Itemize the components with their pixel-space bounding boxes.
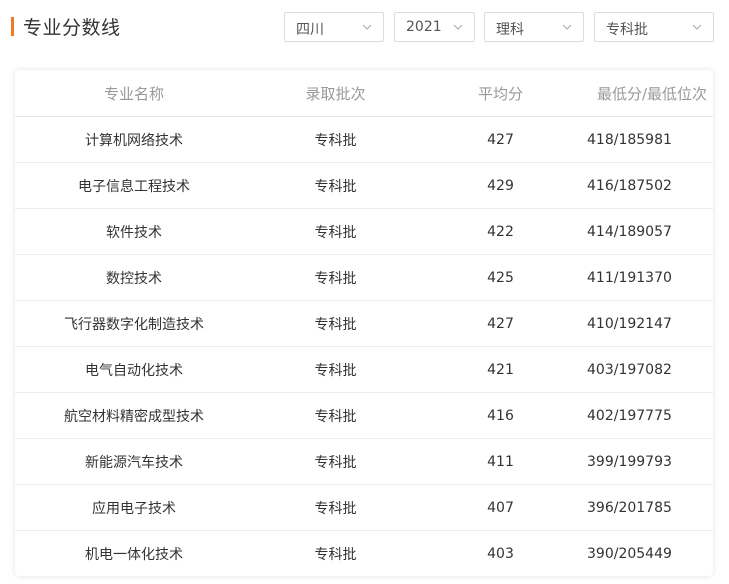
chevron-down-icon bbox=[362, 24, 372, 30]
batch-cell: 专科批 bbox=[314, 362, 357, 379]
major-cell: 机电一体化技术 bbox=[85, 547, 183, 563]
batch-select-value: 专科批 bbox=[606, 22, 648, 38]
major-cell: 应用电子技术 bbox=[92, 500, 176, 517]
chevron-down-icon bbox=[453, 24, 463, 30]
table-row: 数控技术 专科批 425 411/191370 bbox=[15, 255, 713, 301]
table-row: 应用电子技术 专科批 407 396/201785 bbox=[15, 485, 713, 531]
major-cell: 电子信息工程技术 bbox=[78, 178, 190, 195]
average-score-cell: 427 bbox=[487, 315, 514, 332]
min-score-rank-cell: 403/197082 bbox=[587, 361, 672, 378]
column-header-min-score-rank: 最低分/最低位次 bbox=[596, 84, 707, 103]
table-row: 计算机网络技术 专科批 427 418/185981 bbox=[15, 117, 713, 163]
min-score-rank-cell: 402/197775 bbox=[587, 407, 672, 424]
score-table: 专业名称 录取批次 平均分 最低分/最低位次 计算机网络技术 专科批 427 4… bbox=[15, 70, 713, 576]
table-row: 软件技术 专科批 422 414/189057 bbox=[15, 209, 713, 255]
major-cell: 软件技术 bbox=[106, 224, 162, 241]
year-select-value: 2021 bbox=[406, 19, 442, 35]
table-header: 专业名称 录取批次 平均分 最低分/最低位次 bbox=[15, 70, 713, 117]
min-score-rank-cell: 411/191370 bbox=[587, 269, 672, 286]
column-header-average: 平均分 bbox=[477, 84, 523, 103]
major-cell: 飞行器数字化制造技术 bbox=[64, 316, 204, 333]
batch-cell: 专科批 bbox=[314, 224, 357, 241]
batch-cell: 专科批 bbox=[314, 500, 357, 517]
filter-bar: 四川 2021 理科 专科批 bbox=[0, 12, 729, 44]
batch-select[interactable]: 专科批 bbox=[594, 12, 714, 42]
major-cell: 新能源汽车技术 bbox=[85, 454, 183, 471]
chevron-down-icon bbox=[562, 24, 572, 30]
province-select[interactable]: 四川 bbox=[284, 12, 384, 42]
table-row: 航空材料精密成型技术 专科批 416 402/197775 bbox=[15, 393, 713, 439]
batch-cell: 专科批 bbox=[314, 178, 357, 195]
batch-cell: 专科批 bbox=[314, 547, 357, 563]
min-score-rank-cell: 418/185981 bbox=[587, 131, 672, 148]
average-score-cell: 403 bbox=[487, 546, 514, 562]
page: 专业分数线 四川 2021 理科 专科批 专业名称 录取批次 平均分 最低分/最… bbox=[0, 0, 729, 584]
table-row: 电气自动化技术 专科批 421 403/197082 bbox=[15, 347, 713, 393]
subject-select[interactable]: 理科 bbox=[484, 12, 584, 42]
chevron-down-icon bbox=[692, 24, 702, 30]
average-score-cell: 421 bbox=[487, 361, 514, 378]
min-score-rank-cell: 396/201785 bbox=[587, 499, 672, 516]
batch-cell: 专科批 bbox=[314, 454, 357, 471]
major-cell: 数控技术 bbox=[106, 270, 162, 287]
major-cell: 航空材料精密成型技术 bbox=[64, 408, 204, 425]
average-score-cell: 411 bbox=[487, 453, 514, 470]
batch-cell: 专科批 bbox=[314, 132, 357, 149]
min-score-rank-cell: 414/189057 bbox=[587, 223, 672, 240]
min-score-rank-cell: 390/205449 bbox=[587, 546, 672, 562]
year-select[interactable]: 2021 bbox=[394, 12, 475, 42]
average-score-cell: 407 bbox=[487, 499, 514, 516]
average-score-cell: 422 bbox=[487, 223, 514, 240]
average-score-cell: 429 bbox=[487, 177, 514, 194]
table-body: 计算机网络技术 专科批 427 418/185981 电子信息工程技术 专科批 … bbox=[15, 117, 713, 576]
batch-cell: 专科批 bbox=[314, 270, 357, 287]
major-cell: 计算机网络技术 bbox=[85, 132, 183, 149]
min-score-rank-cell: 416/187502 bbox=[587, 177, 672, 194]
min-score-rank-cell: 410/192147 bbox=[587, 315, 672, 332]
table-row: 飞行器数字化制造技术 专科批 427 410/192147 bbox=[15, 301, 713, 347]
average-score-cell: 427 bbox=[487, 131, 514, 148]
subject-select-value: 理科 bbox=[496, 22, 524, 38]
column-header-batch: 录取批次 bbox=[305, 84, 366, 103]
province-select-value: 四川 bbox=[296, 22, 324, 38]
major-cell: 电气自动化技术 bbox=[85, 362, 183, 379]
table-row: 新能源汽车技术 专科批 411 399/199793 bbox=[15, 439, 713, 485]
table-row: 机电一体化技术 专科批 403 390/205449 bbox=[15, 531, 713, 576]
average-score-cell: 425 bbox=[487, 269, 514, 286]
average-score-cell: 416 bbox=[487, 407, 514, 424]
batch-cell: 专科批 bbox=[314, 316, 357, 333]
min-score-rank-cell: 399/199793 bbox=[587, 453, 672, 470]
column-header-major: 专业名称 bbox=[103, 84, 164, 103]
table-row: 电子信息工程技术 专科批 429 416/187502 bbox=[15, 163, 713, 209]
batch-cell: 专科批 bbox=[314, 408, 357, 425]
